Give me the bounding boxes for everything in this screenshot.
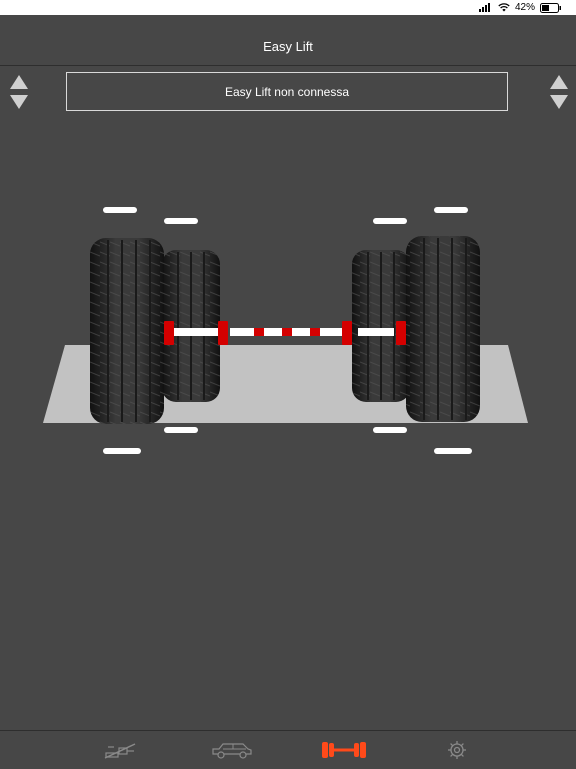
indicator-inner-right-top xyxy=(373,218,407,224)
tab-bar xyxy=(0,730,576,769)
indicator-inner-left-bottom xyxy=(164,427,198,433)
indicator-inner-right-bottom xyxy=(373,427,407,433)
tab-jack[interactable] xyxy=(98,731,142,769)
wheel-hub-right-inner xyxy=(342,321,352,345)
axle-icon xyxy=(322,742,366,758)
tire-outer-right xyxy=(406,236,480,422)
axle-diagram xyxy=(43,236,528,424)
jack-icon xyxy=(104,743,136,759)
tab-vehicle[interactable] xyxy=(208,731,256,769)
wheel-hub-left-outer xyxy=(164,321,174,345)
indicator-outer-right-bottom xyxy=(434,448,472,454)
suv-icon xyxy=(212,743,252,759)
indicator-outer-left-bottom xyxy=(103,448,141,454)
tab-axle[interactable] xyxy=(320,731,368,769)
wheel-hub-right-outer xyxy=(396,321,406,345)
tire-outer-left xyxy=(90,238,164,424)
indicator-inner-left-top xyxy=(164,218,198,224)
indicator-outer-left-top xyxy=(103,207,137,213)
gear-icon xyxy=(448,741,466,759)
tab-settings[interactable] xyxy=(444,731,470,769)
wheel-hub-left-inner xyxy=(218,321,228,345)
indicator-outer-right-top xyxy=(434,207,468,213)
